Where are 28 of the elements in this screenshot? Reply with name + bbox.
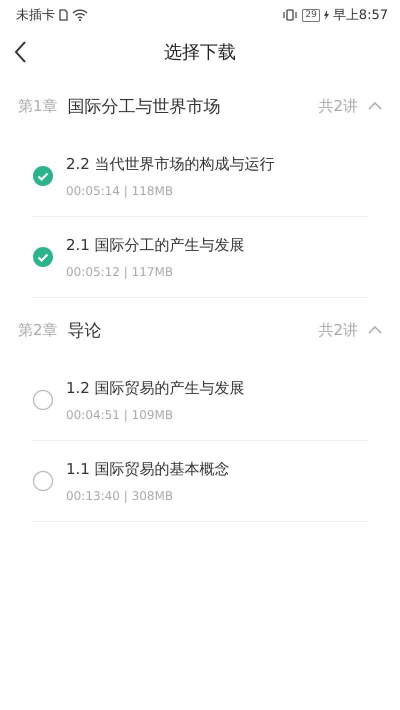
checkbox[interactable] <box>32 389 54 411</box>
lesson-meta: 00:05:12 | 117MB <box>66 264 174 278</box>
sim-icon <box>59 9 68 21</box>
battery-level: 29 <box>302 8 320 22</box>
wifi-icon <box>72 9 88 21</box>
lesson-meta: 00:13:40 | 308MB <box>66 488 174 502</box>
chapter-title: 国际分工与世界市场 <box>68 96 222 118</box>
charging-icon <box>324 10 329 20</box>
chapter-number: 第2章 <box>18 320 58 340</box>
lesson-title: 2.2 当代世界市场的构成与运行 <box>66 154 275 174</box>
lesson-title: 1.2 国际贸易的产生与发展 <box>66 378 245 398</box>
chapter-number: 第1章 <box>18 96 58 116</box>
lesson-meta: 00:05:14 | 118MB <box>66 184 174 198</box>
lesson-count: 共2讲 <box>318 320 358 340</box>
chevron-icon[interactable] <box>368 101 382 111</box>
lesson-title: 2.1 国际分工的产生与发展 <box>66 236 245 254</box>
page-title: 选择下载 <box>164 41 236 64</box>
carrier-text: 未插卡 <box>16 7 55 24</box>
vibrate-icon <box>282 9 298 21</box>
checked-checkbox[interactable] <box>32 165 54 187</box>
lesson-title: 1.1 国际贸易的基本概念 <box>66 460 230 478</box>
checkbox[interactable] <box>32 470 54 492</box>
checked-checkbox[interactable] <box>32 246 54 268</box>
lesson-meta: 00:04:51 | 109MB <box>66 408 174 422</box>
clock-time: 早上8:57 <box>332 7 388 24</box>
chevron-icon[interactable] <box>368 325 382 335</box>
chapter-title: 导论 <box>68 320 103 342</box>
lesson-count: 共2讲 <box>318 96 358 116</box>
